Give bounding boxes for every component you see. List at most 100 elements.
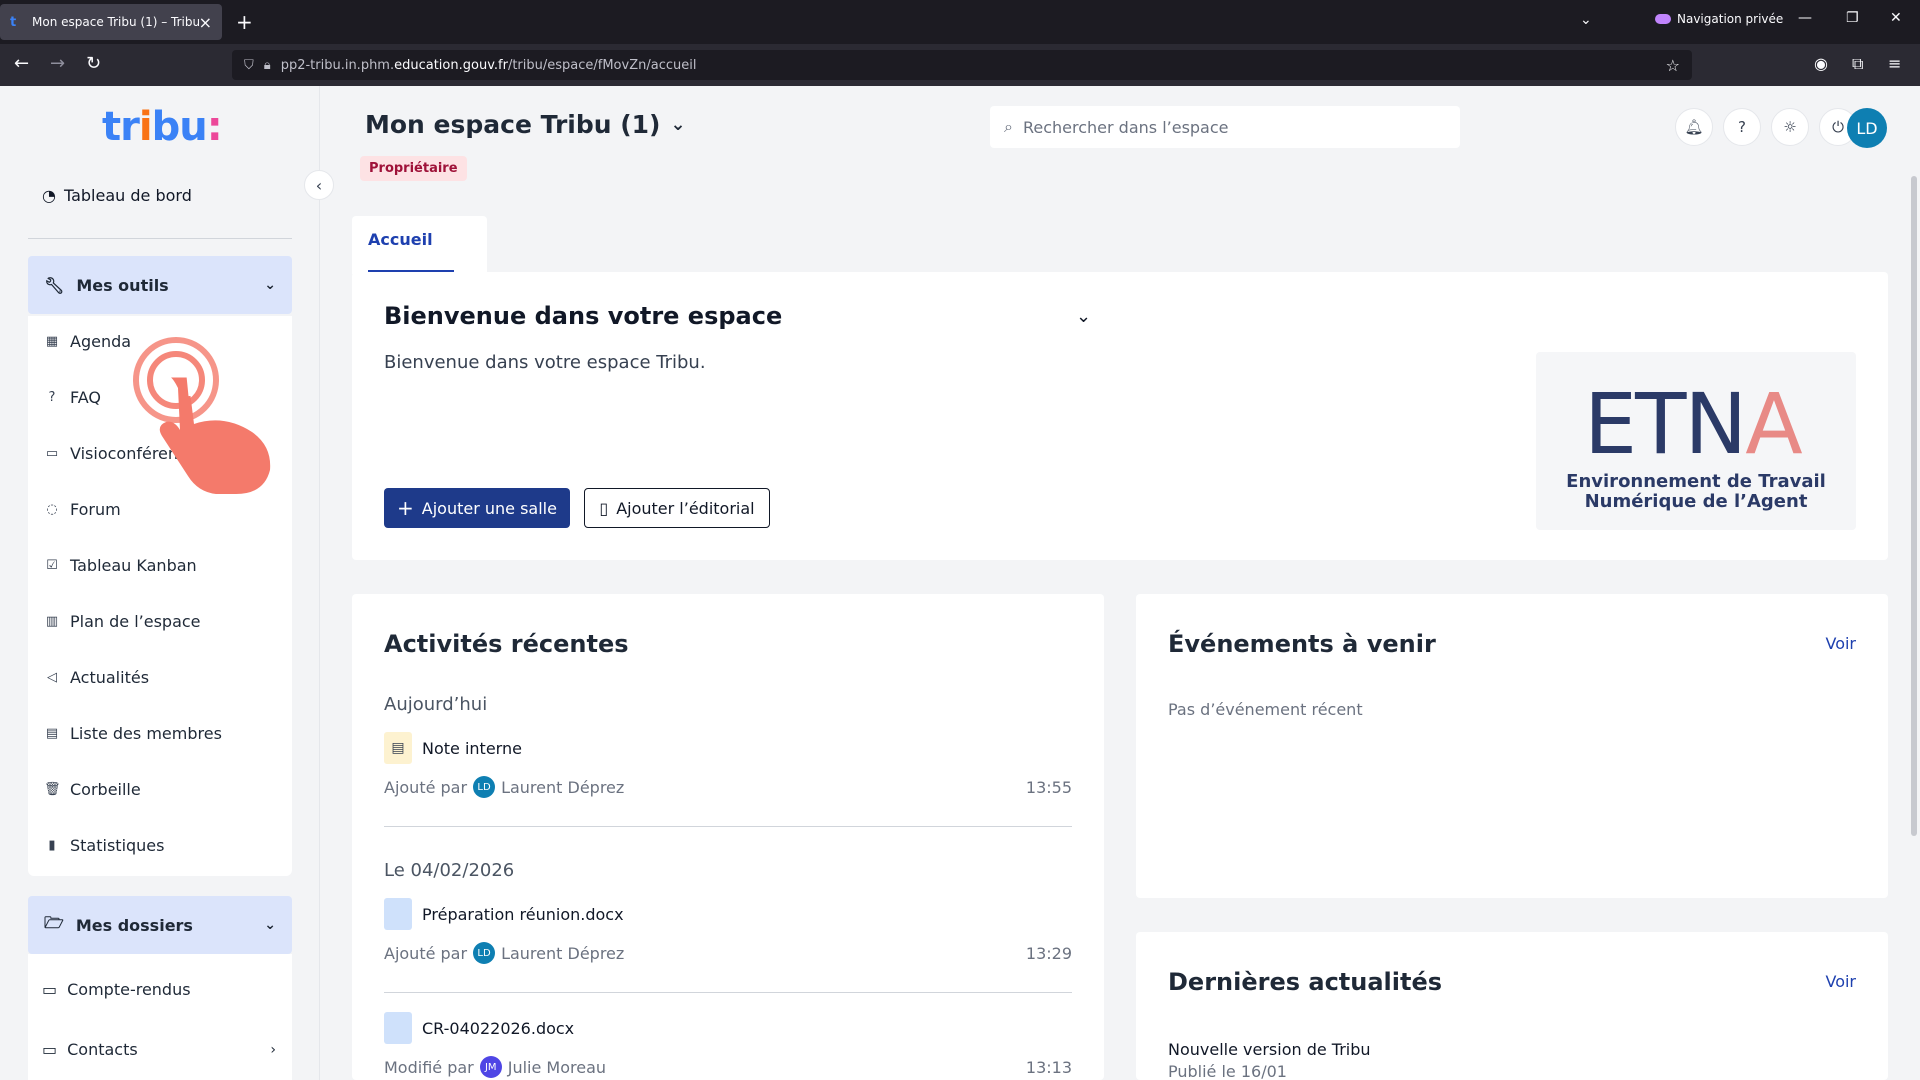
minimize-icon[interactable]: — <box>1798 10 1812 26</box>
folder-item-compte-rendus[interactable]: ▭ Compte-rendus <box>42 980 276 999</box>
close-tab-icon[interactable]: × <box>199 13 212 32</box>
activity-item-name: CR-04022026.docx <box>422 1018 575 1038</box>
sidebar-divider <box>28 238 292 239</box>
sidebar-item-label: Corbeille <box>70 780 141 799</box>
question-icon: ? <box>48 390 56 405</box>
url-text: pp2-tribu.in.phm.education.gouv.fr/tribu… <box>280 57 697 73</box>
user-avatar: LD <box>473 776 496 798</box>
activity-separator <box>384 826 1072 827</box>
gauge-icon: ◔ <box>42 186 56 205</box>
activity-time: 13:29 <box>1025 943 1072 963</box>
latest-news-card: Dernières actualités Voir Nouvelle versi… <box>1136 932 1888 1080</box>
folder-open-icon: 🗁︎ <box>44 912 64 932</box>
welcome-title: Bienvenue dans votre espace <box>384 302 783 330</box>
wrench-icon: 🔧︎ <box>44 275 65 295</box>
activity-item[interactable]: ▤ Note interne Ajouté par LD Laurent Dép… <box>384 732 1072 798</box>
tribu-logo[interactable]: tribu: <box>102 104 223 150</box>
sidebar-item-label: Actualités <box>70 668 150 687</box>
folders-list <box>28 954 292 1080</box>
news-voir-link[interactable]: Voir <box>1825 972 1856 991</box>
sidebar-item-label: Tableau Kanban <box>70 556 197 575</box>
sidebar-item-forum[interactable]: ◌ Forum <box>44 500 121 519</box>
activity-user: Laurent Déprez <box>501 943 625 963</box>
collapse-sidebar-button[interactable]: ‹ <box>304 170 334 200</box>
chevron-down-icon: ⌄ <box>264 277 276 293</box>
news-item-date: Publié le 16/01 <box>1168 1062 1287 1080</box>
browser-tab[interactable]: t Mon espace Tribu (1) – Tribu × <box>0 4 222 40</box>
folder-label: Contacts <box>67 1040 138 1059</box>
user-avatar: JM <box>479 1056 502 1078</box>
sidebar-item-kanban[interactable]: ☑ Tableau Kanban <box>44 556 197 575</box>
megaphone-icon: ◁ <box>47 670 57 685</box>
search-placeholder: Rechercher dans l’espace <box>1022 117 1229 137</box>
sidebar-item-agenda[interactable]: ▦ Agenda <box>44 332 131 351</box>
section-mes-dossiers[interactable]: 🗁︎ Mes dossiers ⌄ <box>28 896 292 954</box>
theme-sun-icon[interactable]: ☼ <box>1771 108 1809 146</box>
menu-icon[interactable]: ≡ <box>1888 54 1901 73</box>
notifications-bell-icon[interactable]: 🔔︎ <box>1675 108 1713 146</box>
etna-logo-text: ETNA <box>1584 375 1803 473</box>
close-window-icon[interactable]: ✕ <box>1890 10 1902 26</box>
sidebar-item-label: Plan de l’espace <box>70 612 201 631</box>
tab-accueil[interactable]: Accueil <box>352 216 487 274</box>
section-label: Mes outils <box>76 275 169 295</box>
activity-item[interactable]: CR-04022026.docx Modifié par JM Julie Mo… <box>384 1012 1072 1078</box>
sidebar-item-label: Liste des membres <box>70 724 222 743</box>
sidebar-item-actualites[interactable]: ◁ Actualités <box>44 668 149 687</box>
bookmark-star-icon[interactable]: ☆ <box>1666 56 1680 75</box>
sidebar-item-dashboard[interactable]: ◔ Tableau de bord <box>42 186 192 205</box>
space-title[interactable]: Mon espace Tribu (1) ⌄ <box>365 110 686 139</box>
etna-logo-subtitle: Environnement de Travail Numérique de l’A… <box>1566 471 1826 512</box>
user-avatar[interactable]: LD <box>1847 108 1887 148</box>
sidebar-item-label: Forum <box>70 500 121 519</box>
activity-item[interactable]: Préparation réunion.docx Ajouté par LD L… <box>384 898 1072 964</box>
restore-icon[interactable]: ❐ <box>1846 10 1859 26</box>
private-browsing-indicator: Navigation privée <box>1655 12 1783 26</box>
main-content: Mon espace Tribu (1) ⌄ Propriétaire ⌕ Re… <box>320 86 1920 1080</box>
add-editorial-button[interactable]: ▯ Ajouter l’éditorial <box>584 488 770 528</box>
add-room-button[interactable]: + Ajouter une salle <box>384 488 570 528</box>
search-input[interactable]: ⌕ Rechercher dans l’espace <box>990 106 1460 148</box>
folder-item-contacts[interactable]: ▭ Contacts › <box>42 1040 276 1059</box>
events-title: Événements à venir <box>1168 630 1436 658</box>
sidebar-item-statistiques[interactable]: ▮ Statistiques <box>44 836 164 855</box>
list-tabs-chevron-icon[interactable]: ⌄ <box>1580 12 1592 28</box>
activity-item-name: Note interne <box>422 738 522 758</box>
activity-user: Julie Moreau <box>507 1057 607 1077</box>
activity-item-name: Préparation réunion.docx <box>422 904 624 924</box>
sidebar-item-faq[interactable]: ? FAQ <box>44 388 101 407</box>
private-browsing-label: Navigation privée <box>1677 12 1784 26</box>
sidebar-item-plan[interactable]: ▥ Plan de l’espace <box>44 612 201 631</box>
account-icon[interactable]: ◉ <box>1814 54 1828 73</box>
activity-separator <box>384 992 1072 993</box>
browser-tabbar: t Mon espace Tribu (1) – Tribu × + ⌄ Nav… <box>0 0 1920 44</box>
folder-icon: ▭ <box>42 1040 58 1059</box>
forward-arrow-icon[interactable]: → <box>50 54 65 74</box>
extensions-icon[interactable]: ⧉ <box>1852 54 1863 74</box>
page-scrollbar[interactable] <box>1911 176 1917 836</box>
sidebar-item-corbeille[interactable]: 🗑︎ Corbeille <box>44 780 141 799</box>
etna-logo: ETNA Environnement de Travail Numérique d… <box>1536 352 1856 530</box>
section-mes-outils[interactable]: 🔧︎ Mes outils ⌄ <box>28 256 292 314</box>
collapse-welcome-chevron-icon[interactable]: ⌄ <box>1076 306 1091 327</box>
lock-icon[interactable]: 🔒︎ <box>264 58 271 73</box>
new-tab-button[interactable]: + <box>236 10 253 34</box>
help-icon[interactable]: ? <box>1723 108 1761 146</box>
calendar-icon: ▦ <box>45 334 59 349</box>
search-icon: ⌕ <box>1004 117 1013 136</box>
browser-navbar: ← → ↻ ⛉ 🔒︎ pp2-tribu.in.phm.education.go… <box>0 44 1920 86</box>
sidebar-item-label: Tableau de bord <box>63 186 192 205</box>
chevron-right-icon[interactable]: › <box>270 1042 276 1058</box>
plus-icon: + <box>397 496 414 520</box>
back-arrow-icon[interactable]: ← <box>14 54 29 74</box>
folder-icon: ▭ <box>42 980 58 999</box>
hand-pointer-icon <box>133 337 271 494</box>
reload-icon[interactable]: ↻ <box>86 54 101 74</box>
shield-icon[interactable]: ⛉ <box>244 58 254 73</box>
events-voir-link[interactable]: Voir <box>1825 634 1856 653</box>
activity-day-label: Aujourd’hui <box>384 694 488 715</box>
url-bar[interactable]: ⛉ 🔒︎ pp2-tribu.in.phm.education.gouv.fr/… <box>232 50 1692 80</box>
news-item-title[interactable]: Nouvelle version de Tribu <box>1168 1040 1371 1059</box>
activities-title: Activités récentes <box>384 630 629 658</box>
sidebar-item-membres[interactable]: ▤ Liste des membres <box>44 724 222 743</box>
